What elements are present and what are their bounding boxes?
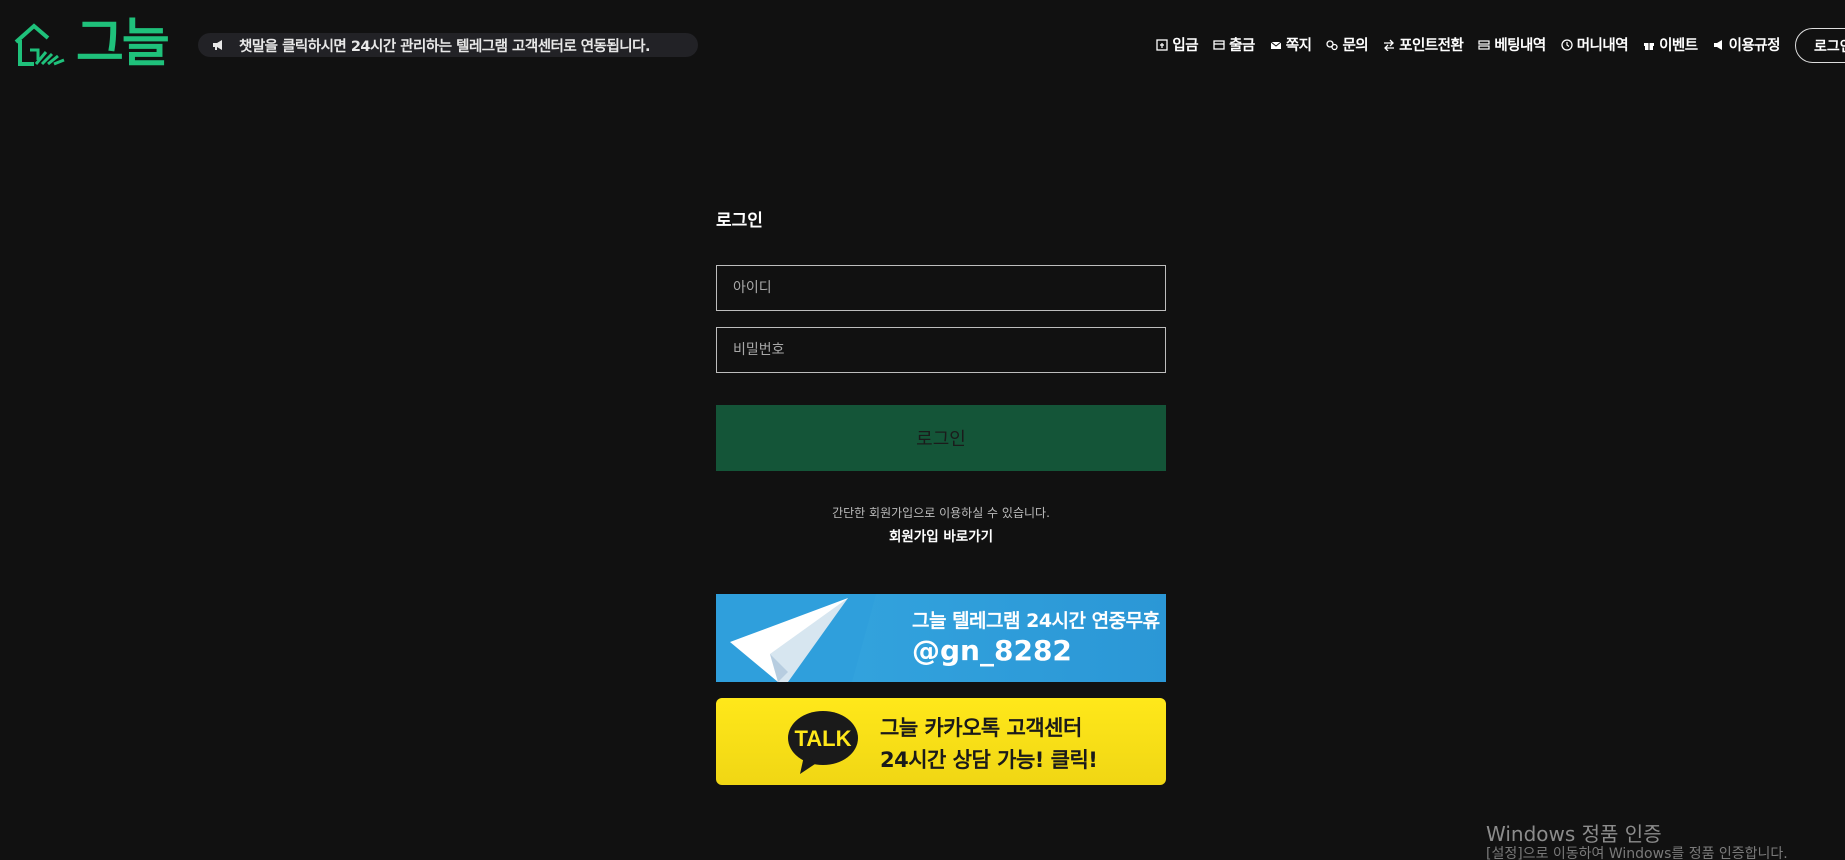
windows-activation-subtitle: [설정]으로 이동하여 Windows를 정품 인증합니다. [1486, 846, 1788, 860]
nav-item-money-history[interactable]: 머니내역 [1561, 34, 1629, 55]
mail-icon [1270, 41, 1282, 49]
kakao-line2: 24시간 상담 가능! 클릭! [880, 748, 1098, 772]
kakao-talk-label: TALK [794, 726, 851, 751]
telegram-plane-icon [716, 594, 876, 682]
nav-item-rules[interactable]: 이용규정 [1713, 34, 1781, 55]
notice-ticker[interactable]: 챗말을 클릭하시면 24시간 관리하는 텔레그램 고객센터로 연동됩니다. [198, 33, 698, 57]
clock-icon [1561, 38, 1573, 51]
kakao-banner[interactable]: TALK 그늘 카카오톡 고객센터 24시간 상담 가능! 클릭! [716, 698, 1166, 785]
signup-link[interactable]: 회원가입 바로가기 [716, 525, 1166, 545]
signup-hint: 간단한 회원가입으로 이용하실 수 있습니다. [832, 506, 1050, 520]
nav-item-deposit[interactable]: 입금 [1156, 34, 1199, 55]
password-input[interactable] [716, 327, 1166, 373]
logo-text: 그늘 [76, 14, 170, 74]
list-icon [1478, 39, 1490, 50]
notice-text: 챗말을 클릭하시면 24시간 관리하는 텔레그램 고객센터로 연동됩니다. [239, 38, 651, 55]
deposit-icon [1156, 38, 1169, 51]
house-logo-icon [14, 23, 65, 66]
id-input[interactable] [716, 265, 1166, 311]
nav-item-withdraw[interactable]: 출금 [1213, 34, 1255, 55]
kakao-talk-icon: TALK [788, 711, 858, 774]
top-nav: 입금 출금 쪽지 문의 포인트전환 베팅내역 머니내역 이벤트 이용규정 [1141, 34, 1781, 55]
header-login-button[interactable]: 로그인 [1795, 28, 1845, 63]
withdraw-icon [1213, 39, 1225, 50]
login-submit-button[interactable]: 로그인 [716, 405, 1166, 471]
telegram-line1: 그늘 텔레그램 24시간 연중무휴 [912, 610, 1160, 632]
nav-item-inquiry[interactable]: 문의 [1326, 34, 1369, 55]
telegram-banner[interactable]: 그늘 텔레그램 24시간 연중무휴 @gn_8282 [716, 594, 1166, 682]
nav-item-event[interactable]: 이벤트 [1643, 34, 1698, 55]
telegram-handle: @gn_8282 [912, 634, 1072, 667]
nav-item-point-exchange[interactable]: 포인트전환 [1383, 34, 1464, 55]
inquiry-icon [1326, 39, 1339, 50]
nav-item-betting-history[interactable]: 베팅내역 [1478, 34, 1546, 55]
login-title: 로그인 [716, 211, 763, 231]
exchange-icon [1384, 39, 1395, 51]
gift-icon [1644, 42, 1655, 50]
megaphone-icon [1713, 39, 1722, 50]
top-header: 그늘 챗말을 클릭하시면 24시간 관리하는 텔레그램 고객센터로 연동됩니다.… [0, 0, 1845, 90]
nav-item-message[interactable]: 쪽지 [1270, 34, 1312, 55]
kakao-line1: 그늘 카카오톡 고객센터 [880, 716, 1082, 740]
megaphone-icon [213, 40, 222, 50]
site-logo[interactable]: 그늘 [12, 14, 170, 74]
